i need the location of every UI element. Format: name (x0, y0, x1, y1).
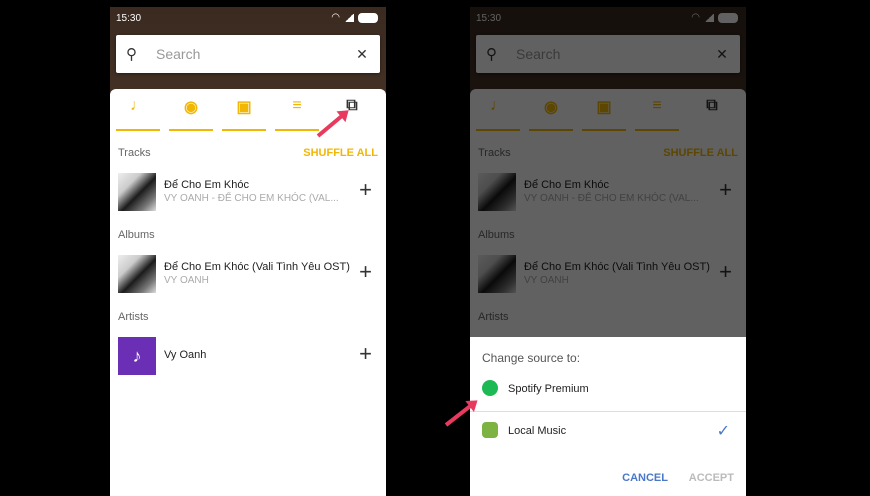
divider (470, 411, 746, 412)
close-icon[interactable]: ✕ (350, 46, 374, 63)
artists-label: Artists (118, 311, 149, 323)
add-artist-button[interactable]: + (359, 341, 372, 367)
tracks-label: Tracks (118, 147, 151, 159)
album-disc-icon: ◉ (184, 99, 198, 116)
artist-row[interactable]: ♪ Vy Oanh + (118, 337, 378, 377)
dialog-heading: Change source to: (482, 351, 581, 365)
source-option-label: Local Music (508, 425, 567, 437)
check-icon: ✓ (716, 423, 730, 440)
source-option-spotify[interactable]: Spotify Premium (482, 375, 734, 405)
android-icon (482, 422, 498, 438)
shuffle-all-button[interactable]: SHUFFLE ALL (303, 147, 378, 159)
album-row[interactable]: Để Cho Em Khóc (Vali Tình Yêu OST) VY OA… (118, 255, 378, 295)
wifi-icon: ◠ (331, 12, 340, 23)
artist-card-icon: ▣ (236, 99, 252, 116)
cancel-button[interactable]: CANCEL (622, 472, 668, 484)
battery-icon (358, 12, 378, 23)
music-note-icon: ♩ (130, 97, 146, 114)
album-subtitle: VY OANH (164, 275, 209, 286)
source-option-label: Spotify Premium (508, 383, 589, 395)
artist-avatar: ♪ (118, 337, 156, 375)
tab-artists[interactable]: ▣ (222, 97, 266, 131)
results-card: ♩ ◉ ▣ ≡ ⧉ Tracks SHUFFLE ALL Để Cho Em K… (110, 89, 386, 496)
track-thumbnail (118, 173, 156, 211)
search-bar[interactable]: ⚲ Search ✕ (116, 35, 380, 73)
accept-button[interactable]: ACCEPT (689, 472, 734, 484)
right-phone-screen: 15:30 ◠ ⚲ Search ✕ ♩ ◉ ▣ ≡ ⧉ Tracks SHUF… (470, 7, 746, 496)
search-icon: ⚲ (126, 46, 137, 63)
album-thumbnail (118, 255, 156, 293)
tab-tracks[interactable]: ♩ (116, 97, 160, 131)
add-track-button[interactable]: + (359, 177, 372, 203)
signal-icon (344, 13, 354, 22)
tab-playlists[interactable]: ≡ (275, 97, 319, 131)
albums-label: Albums (118, 229, 155, 241)
search-input[interactable]: Search (156, 46, 350, 62)
playlist-icon: ≡ (292, 97, 302, 114)
add-album-button[interactable]: + (359, 259, 372, 285)
artist-name: Vy Oanh (164, 349, 207, 361)
status-bar: 15:30 ◠ (110, 7, 386, 29)
track-subtitle: VY OANH - ĐỂ CHO EM KHÓC (VAL... (164, 193, 339, 204)
track-title: Để Cho Em Khóc (164, 179, 249, 191)
change-source-dialog: Change source to: Spotify Premium Local … (470, 337, 746, 496)
status-time: 15:30 (116, 13, 142, 24)
spotify-icon (482, 380, 498, 396)
tab-albums[interactable]: ◉ (169, 97, 213, 131)
left-phone-screen: 15:30 ◠ ⚲ Search ✕ ♩ ◉ ▣ ≡ ⧉ Tracks SHUF… (110, 7, 386, 496)
track-row[interactable]: Để Cho Em Khóc VY OANH - ĐỂ CHO EM KHÓC … (118, 173, 378, 213)
album-title: Để Cho Em Khóc (Vali Tình Yêu OST) (164, 261, 350, 273)
source-option-local[interactable]: Local Music ✓ (482, 417, 734, 447)
